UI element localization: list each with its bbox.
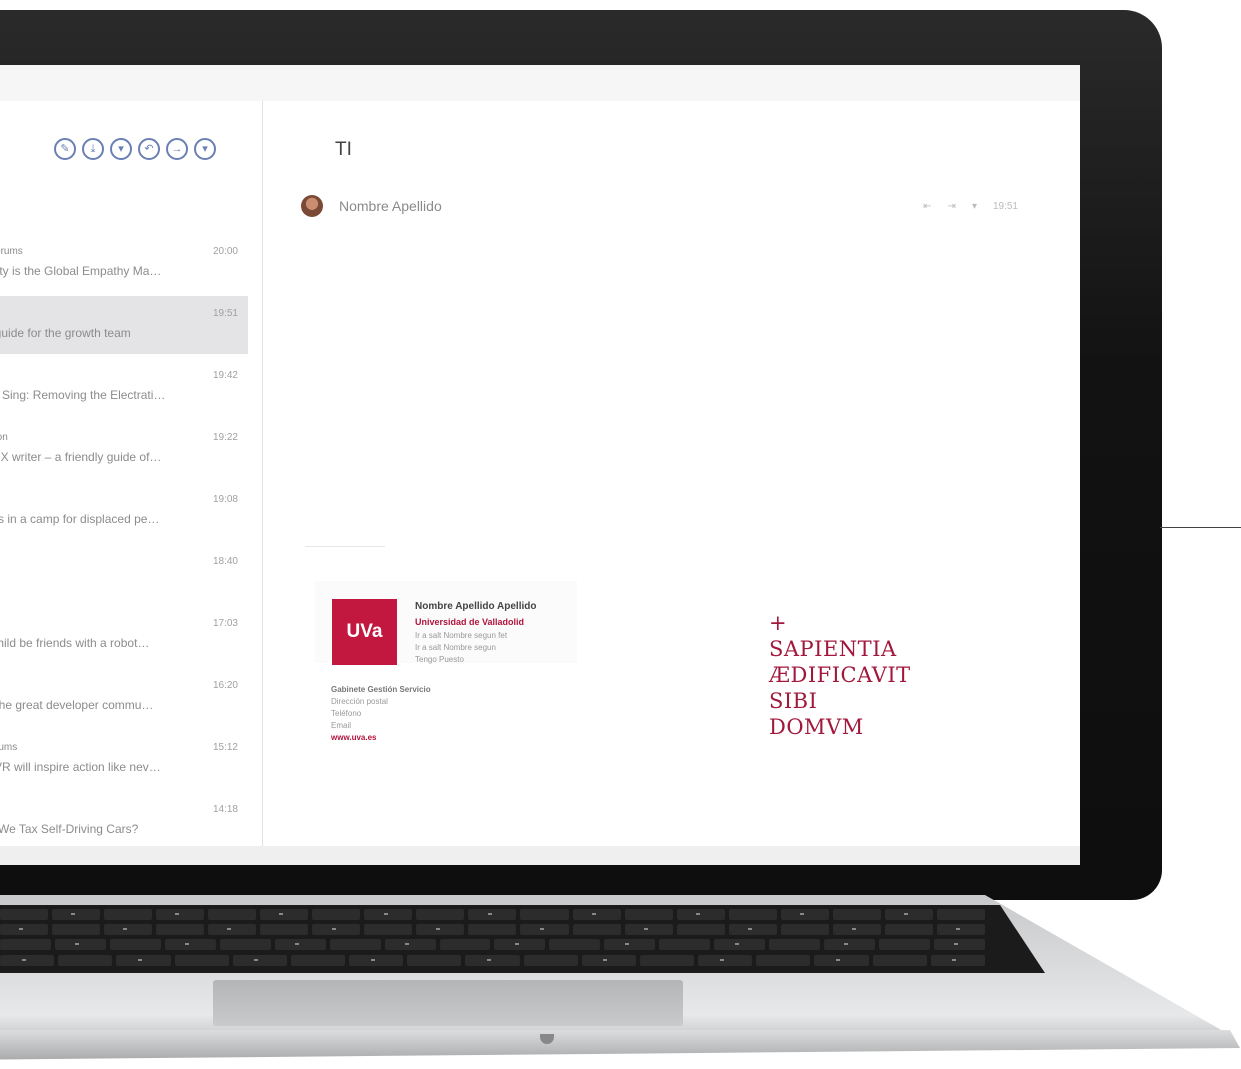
motto-line: SIBI: [769, 689, 818, 713]
avatar: [301, 195, 323, 217]
mail-time: 19:08: [212, 494, 238, 505]
mail-subject: …my child be friends with a robot…: [0, 636, 150, 650]
motto-line: DOMVM: [769, 715, 864, 739]
window-titlebar: [0, 65, 1080, 101]
more-icon[interactable]: ▾: [194, 138, 216, 160]
mail-subject: …ators Sing: Removing the Electrati…: [0, 388, 166, 402]
laptop-screen: ‹ ? – ☐ ✕ s ✎ ⤓ ▾ ↶ → ▾ …ogy Forums…Real…: [0, 65, 1080, 865]
signature-line: Ir a salt Nombre segun: [415, 643, 496, 652]
list-item[interactable]: …rary…tion guide for the growth team19:5…: [0, 296, 248, 354]
archive-icon[interactable]: ▾: [110, 138, 132, 160]
laptop-lid: ‹ ? – ☐ ✕ s ✎ ⤓ ▾ ↶ → ▾ …ogy Forums…Real…: [0, 10, 1162, 900]
chevron-down-icon[interactable]: ▾: [972, 201, 977, 212]
mail-subject: …ould We Tax Self-Driving Cars?: [0, 822, 139, 836]
signature-name: Nombre Apellido Apellido: [415, 601, 537, 612]
list-item[interactable]: …ons…ythms in a camp for displaced pe…19…: [0, 482, 248, 540]
message-list-pane: s ✎ ⤓ ▾ ↶ → ▾ …ogy Forums…Reality is the…: [0, 101, 263, 846]
signature-university: Universidad de Valladolid: [415, 617, 525, 627]
signature-footer-line: Teléfono: [331, 709, 362, 718]
decorative-line: [1160, 527, 1241, 528]
reply-icon[interactable]: ⇤: [923, 201, 931, 212]
mail-subject: …e to the great developer commu…: [0, 698, 154, 712]
signature-line: Ir a salt Nombre segun fet: [415, 631, 508, 640]
list-item[interactable]: …Madison …the UX writer – a friendly guid…: [0, 420, 248, 478]
mail-time: 15:12: [212, 742, 238, 753]
mail-time: 17:03: [212, 618, 238, 629]
uva-logo: UVa: [332, 599, 397, 665]
mail-from: …gy Forums: [0, 742, 18, 753]
mail-subject: …tion guide for the growth team: [0, 326, 131, 340]
email-signature: UVa Nombre Apellido Apellido Universidad…: [315, 581, 577, 665]
mail-from: …Madison: [0, 432, 8, 443]
mail-time: 19:51: [212, 308, 238, 319]
mail-time: 19:22: [212, 432, 238, 443]
mail-toolbar: ✎ ⤓ ▾ ↶ → ▾: [54, 138, 216, 160]
mail-time: 19:42: [212, 370, 238, 381]
mail-time: 20:00: [212, 246, 238, 257]
motto-cross: +: [769, 611, 788, 635]
signature-website-link[interactable]: www.uva.es: [331, 733, 377, 742]
mail-time: 18:40: [212, 556, 238, 567]
mail-from: …ogy Forums: [0, 246, 23, 257]
signature-footer-title: Gabinete Gestión Servicio: [331, 685, 431, 694]
compose-icon[interactable]: ✎: [54, 138, 76, 160]
mail-subject: …y in VR will inspire action like nev…: [0, 760, 161, 774]
mail-time: 14:18: [212, 804, 238, 815]
sender-name: Nombre Apellido: [339, 198, 442, 214]
laptop-trackpad: [213, 980, 683, 1026]
list-item[interactable]: …ne…ators Sing: Removing the Electrati…1…: [0, 358, 248, 416]
signature-divider: [305, 546, 385, 547]
list-item[interactable]: …ation18:40: [0, 544, 248, 602]
mail-subject: …Reality is the Global Empathy Ma…: [0, 264, 162, 278]
mail-subject: …ythms in a camp for displaced pe…: [0, 512, 160, 526]
list-item[interactable]: …ary…ould We Tax Self-Driving Cars?14:18: [0, 792, 248, 850]
signature-line: Tengo Puesto: [415, 655, 464, 664]
motto-line: ÆDIFICAVIT: [769, 663, 911, 687]
mail-time: 16:20: [212, 680, 238, 691]
message-time: 19:51: [992, 201, 1018, 212]
laptop-front-edge: [0, 1030, 1240, 1060]
university-motto: + SAPIENTIA ÆDIFICAVIT SIBI DOMVM: [769, 610, 911, 740]
signature-footer-line: Dirección postal: [331, 697, 388, 706]
list-item[interactable]: …ne…my child be friends with a robot…17:…: [0, 606, 248, 664]
list-item[interactable]: …gy Forums …y in VR will inspire action l…: [0, 730, 248, 788]
list-item[interactable]: …e to the great developer commu… 16:20: [0, 668, 248, 726]
download-icon[interactable]: ⤓: [82, 138, 104, 160]
message-subject: TI: [335, 139, 352, 160]
motto-line: SAPIENTIA: [769, 637, 897, 661]
mail-subject: …the UX writer – a friendly guide of…: [0, 450, 162, 464]
message-actions: ⇤ ⇥ ▾ 19:51: [923, 201, 1018, 212]
reply-icon[interactable]: ↶: [138, 138, 160, 160]
status-bar: [0, 846, 1080, 865]
laptop-keyboard: [0, 905, 1045, 973]
forward-icon[interactable]: →: [166, 138, 188, 160]
forward-icon[interactable]: ⇥: [948, 201, 956, 212]
signature-footer-line: Email: [331, 721, 352, 730]
reading-pane: TI Nombre Apellido ⇤ ⇥ ▾ 19:51 UVa Nombr…: [263, 101, 1080, 846]
list-item[interactable]: …ogy Forums …Reality is the Global Empath…: [0, 234, 248, 292]
